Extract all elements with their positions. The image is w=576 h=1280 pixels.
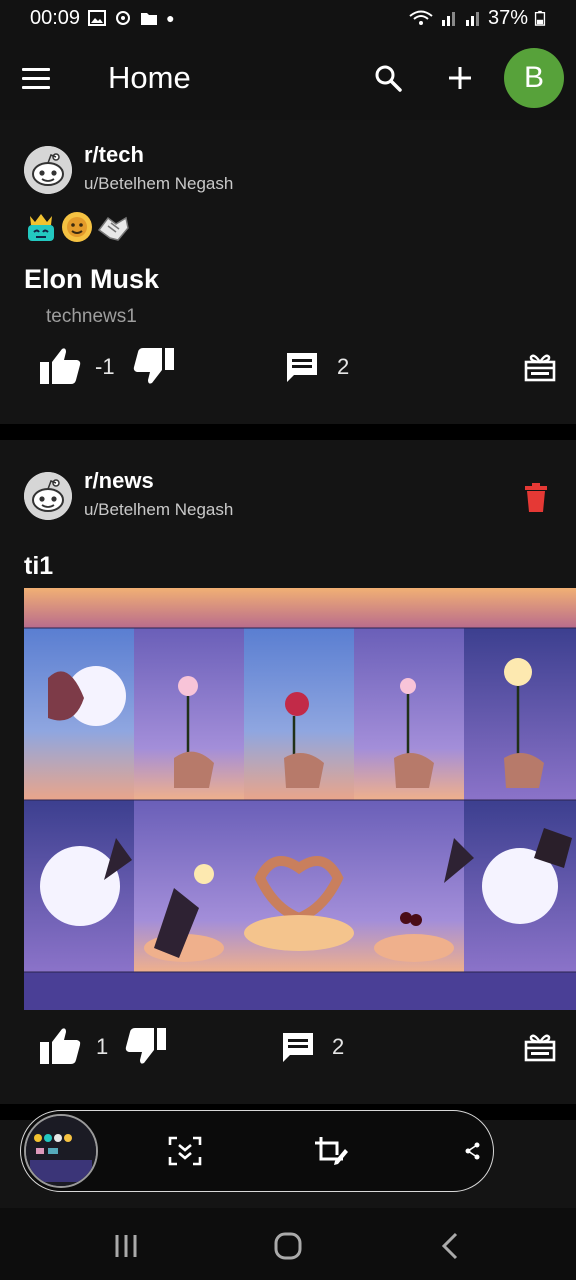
battery-icon	[534, 10, 546, 26]
add-post-button[interactable]	[432, 50, 488, 106]
back-button[interactable]	[426, 1226, 474, 1266]
comment-count: 2	[337, 354, 350, 379]
subreddit-avatar	[24, 472, 72, 520]
gift-icon	[524, 354, 556, 382]
back-icon	[441, 1232, 458, 1260]
wifi-icon	[409, 10, 433, 25]
sync-icon	[116, 11, 131, 25]
post-actions: -1 2	[0, 342, 576, 392]
page-title: Home	[108, 60, 191, 95]
sunny-award-icon	[60, 210, 94, 244]
gallery-icon	[88, 10, 107, 26]
post-title[interactable]: ti1	[24, 552, 53, 581]
thumb-up-icon	[40, 348, 81, 384]
comments-button[interactable]	[282, 348, 322, 386]
thumb-down-icon	[125, 1028, 166, 1064]
post-author[interactable]: u/Betelhem Negash	[84, 500, 233, 520]
award-button[interactable]	[520, 348, 560, 386]
post-body: technews1	[46, 306, 137, 327]
subreddit-name[interactable]: r/news	[84, 468, 233, 494]
screenshot-thumbnail[interactable]	[24, 1114, 98, 1188]
dot-icon: ●	[166, 10, 175, 26]
vote-score: -1	[95, 354, 115, 379]
snoo-icon	[24, 472, 72, 520]
award-button[interactable]	[520, 1028, 560, 1066]
thumb-down-icon	[133, 348, 174, 384]
crop-edit-icon	[315, 1137, 348, 1165]
crop-edit-button[interactable]	[309, 1129, 353, 1173]
share-button[interactable]	[451, 1129, 495, 1173]
post-card[interactable]: r/news u/Betelhem Negash ti1 1 2	[0, 440, 576, 1104]
search-icon	[375, 65, 402, 92]
trash-icon	[525, 483, 547, 512]
search-button[interactable]	[360, 50, 416, 106]
recents-icon	[115, 1235, 137, 1257]
vote-score: 1	[96, 1034, 109, 1059]
menu-icon	[22, 67, 50, 71]
signal-icon-2	[465, 12, 479, 26]
post-actions: 1 2	[0, 1022, 576, 1072]
subreddit-avatar	[24, 146, 72, 194]
status-time: 00:09	[30, 6, 81, 29]
scroll-capture-button[interactable]	[163, 1129, 207, 1173]
app-bar: Home B	[0, 36, 576, 120]
award-row	[24, 210, 130, 244]
post-card[interactable]: r/tech u/Betelhem Negash Elon Musk techn…	[0, 120, 576, 424]
comments-button[interactable]	[278, 1028, 318, 1066]
upvote-button[interactable]	[36, 344, 84, 388]
downvote-button[interactable]	[130, 344, 178, 388]
status-bar: 00:09 ● 37%	[0, 0, 576, 36]
signal-icon	[441, 12, 455, 26]
handshake-award-icon	[96, 210, 130, 244]
post-author[interactable]: u/Betelhem Negash	[84, 174, 233, 194]
folder-icon	[141, 13, 158, 25]
plus-icon	[449, 67, 471, 89]
divider	[0, 424, 576, 440]
scroll-capture-icon	[168, 1136, 202, 1166]
delete-button[interactable]	[518, 480, 554, 516]
recent-apps-button[interactable]	[102, 1226, 150, 1266]
snoo-icon	[24, 146, 72, 194]
system-nav-bar	[0, 1208, 576, 1280]
post-title[interactable]: Elon Musk	[24, 264, 159, 295]
home-icon	[274, 1232, 302, 1260]
share-icon	[465, 1142, 480, 1160]
subreddit-name[interactable]: r/tech	[84, 142, 233, 168]
home-button[interactable]	[264, 1226, 312, 1266]
upvote-button[interactable]	[36, 1024, 84, 1068]
image-collage	[24, 588, 576, 1010]
screenshot-toolbar	[20, 1110, 494, 1192]
thumb-up-icon	[40, 1028, 81, 1064]
crown-award-icon	[24, 210, 58, 244]
battery-percent: 37%	[487, 6, 528, 29]
comment-icon	[287, 353, 317, 382]
user-avatar[interactable]: B	[504, 48, 564, 108]
gift-icon	[524, 1034, 556, 1062]
downvote-button[interactable]	[122, 1024, 170, 1068]
comment-icon	[283, 1033, 313, 1062]
comment-count: 2	[332, 1034, 345, 1059]
post-image[interactable]	[24, 588, 576, 1010]
menu-button[interactable]	[22, 58, 62, 98]
